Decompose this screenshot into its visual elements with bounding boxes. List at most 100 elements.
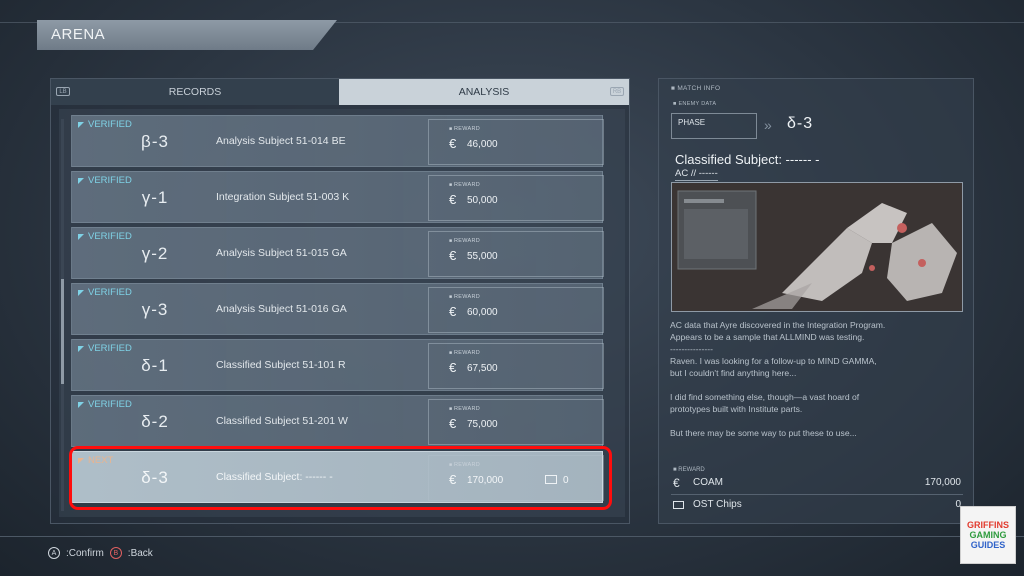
status-label: VERIFIED xyxy=(88,399,132,410)
screen-title: ARENA xyxy=(51,26,106,43)
a-button-icon[interactable]: A xyxy=(48,547,60,559)
subject-title: Classified Subject: ------ - xyxy=(675,152,820,167)
phase-code: δ-1 xyxy=(141,356,169,375)
credit-icon: € xyxy=(449,416,457,431)
reward-label: REWARD xyxy=(449,350,480,356)
list-item[interactable]: VERIFIED β-3 Analysis Subject 51-014 BE … xyxy=(71,115,604,167)
credit-icon: € xyxy=(449,136,457,151)
b-button-icon[interactable]: B xyxy=(109,547,122,559)
reward-amount: 55,000 xyxy=(467,251,498,262)
chip-icon xyxy=(545,475,557,484)
reward-box: REWARD € 55,000 xyxy=(428,231,604,277)
reward-label: REWARD xyxy=(449,126,480,132)
enemy-data-header: ■ ENEMY DATA xyxy=(673,101,717,107)
chip-amount: 0 xyxy=(563,475,569,486)
reward-box: REWARD € 170,000 0 xyxy=(428,455,604,501)
logo-line-1: GRIFFINS xyxy=(967,520,1009,530)
reward-label: REWARD xyxy=(449,406,480,412)
status-flag-icon xyxy=(78,289,84,296)
credit-icon: € xyxy=(449,472,457,487)
credit-icon: € xyxy=(449,192,457,207)
reward-amount: 170,000 xyxy=(467,475,504,486)
phase-code: γ-2 xyxy=(141,244,169,263)
status-flag-icon xyxy=(78,401,84,408)
tab-analysis-label: ANALYSIS xyxy=(458,86,510,98)
reward-amount: 46,000 xyxy=(467,139,498,150)
status-flag-icon xyxy=(78,121,84,128)
status-flag-icon xyxy=(78,233,84,240)
mech-illustration xyxy=(672,183,962,311)
ost-chips-row: OST Chips 0 xyxy=(671,498,961,514)
list-item[interactable]: VERIFIED γ-3 Analysis Subject 51-016 GA … xyxy=(71,283,604,335)
status-label: VERIFIED xyxy=(88,287,132,298)
subject-name: Analysis Subject 51-015 GA xyxy=(216,247,347,259)
reward-amount: 60,000 xyxy=(467,307,498,318)
status-badge: VERIFIED xyxy=(78,175,132,186)
tab-bar: LB RECORDS ANALYSIS RB xyxy=(51,79,629,105)
reward-box: REWARD € 67,500 xyxy=(428,343,604,389)
phase-value: δ-3 xyxy=(787,115,814,132)
credit-icon: € xyxy=(449,304,457,319)
status-flag-icon xyxy=(78,345,84,352)
double-chevron-right-icon: » xyxy=(764,117,772,133)
reward-amount: 67,500 xyxy=(467,363,498,374)
list-item[interactable]: VERIFIED δ-2 Classified Subject 51-201 W… xyxy=(71,395,604,447)
reward-box: REWARD € 50,000 xyxy=(428,175,604,221)
subject-name: Classified Subject 51-201 W xyxy=(216,415,348,427)
reward-label: REWARD xyxy=(449,182,480,188)
reward-label: REWARD xyxy=(449,238,480,244)
status-badge: VERIFIED xyxy=(78,119,132,130)
mission-list-panel: LB RECORDS ANALYSIS RB VERIFIED β-3 Anal… xyxy=(50,78,630,524)
coam-label: COAM xyxy=(693,477,723,488)
footer-divider xyxy=(0,536,1024,537)
status-label: VERIFIED xyxy=(88,119,132,130)
phase-code: δ-3 xyxy=(141,468,169,487)
reward-amount: 50,000 xyxy=(467,195,498,206)
list-item[interactable]: VERIFIED γ-1 Integration Subject 51-003 … xyxy=(71,171,604,223)
credit-icon: € xyxy=(449,248,457,263)
match-info-header: ■ MATCH INFO xyxy=(671,85,721,92)
list-item[interactable]: VERIFIED δ-1 Classified Subject 51-101 R… xyxy=(71,339,604,391)
tab-analysis[interactable]: ANALYSIS RB xyxy=(339,79,629,105)
status-badge: VERIFIED xyxy=(78,231,132,242)
match-info-panel: ■ MATCH INFO ■ ENEMY DATA PHASE » δ-3 Cl… xyxy=(658,78,974,524)
phase-code: γ-1 xyxy=(141,188,169,207)
tab-records[interactable]: LB RECORDS xyxy=(51,79,339,105)
reward-box: REWARD € 75,000 xyxy=(428,399,604,445)
button-prompts: A :Confirm B :Back xyxy=(48,547,153,559)
list-item-selected[interactable]: NEXT δ-3 Classified Subject: ------ - RE… xyxy=(71,451,604,503)
lb-button-icon[interactable]: LB xyxy=(56,87,70,96)
status-label: VERIFIED xyxy=(88,343,132,354)
logo-line-3: GUIDES xyxy=(970,540,1006,550)
enemy-description: AC data that Ayre discovered in the Inte… xyxy=(670,320,886,438)
reward-label: REWARD xyxy=(673,467,704,473)
status-flag-icon xyxy=(78,457,84,464)
reward-label: REWARD xyxy=(449,462,480,468)
subject-name: Classified Subject 51-101 R xyxy=(216,359,346,371)
phase-code: δ-2 xyxy=(141,412,169,431)
rb-button-icon[interactable]: RB xyxy=(610,87,624,96)
status-badge: VERIFIED xyxy=(78,399,132,410)
ost-chips-label: OST Chips xyxy=(693,499,742,510)
screen-title-bar: ARENA xyxy=(37,20,337,50)
phase-label: PHASE xyxy=(678,118,706,127)
enemy-ac-image xyxy=(671,182,963,312)
status-badge: VERIFIED xyxy=(78,287,132,298)
chip-icon xyxy=(673,501,684,509)
phase-code: β-3 xyxy=(141,132,169,151)
back-prompt[interactable]: :Back xyxy=(128,548,153,559)
credit-icon: € xyxy=(449,360,457,375)
credit-icon: € xyxy=(673,476,680,490)
scrollbar-thumb[interactable] xyxy=(61,279,64,384)
reward-label: REWARD xyxy=(449,294,480,300)
divider xyxy=(671,494,963,495)
coam-reward-row: € COAM 170,000 xyxy=(671,476,961,492)
subject-name: Analysis Subject 51-014 BE xyxy=(216,135,346,147)
status-badge: VERIFIED xyxy=(78,343,132,354)
confirm-prompt[interactable]: :Confirm xyxy=(66,548,104,559)
reward-box: REWARD € 46,000 xyxy=(428,119,604,165)
subject-subtitle: AC // ------ xyxy=(675,168,718,181)
subject-name: Classified Subject: ------ - xyxy=(216,471,333,483)
subject-name: Analysis Subject 51-016 GA xyxy=(216,303,347,315)
list-item[interactable]: VERIFIED γ-2 Analysis Subject 51-015 GA … xyxy=(71,227,604,279)
